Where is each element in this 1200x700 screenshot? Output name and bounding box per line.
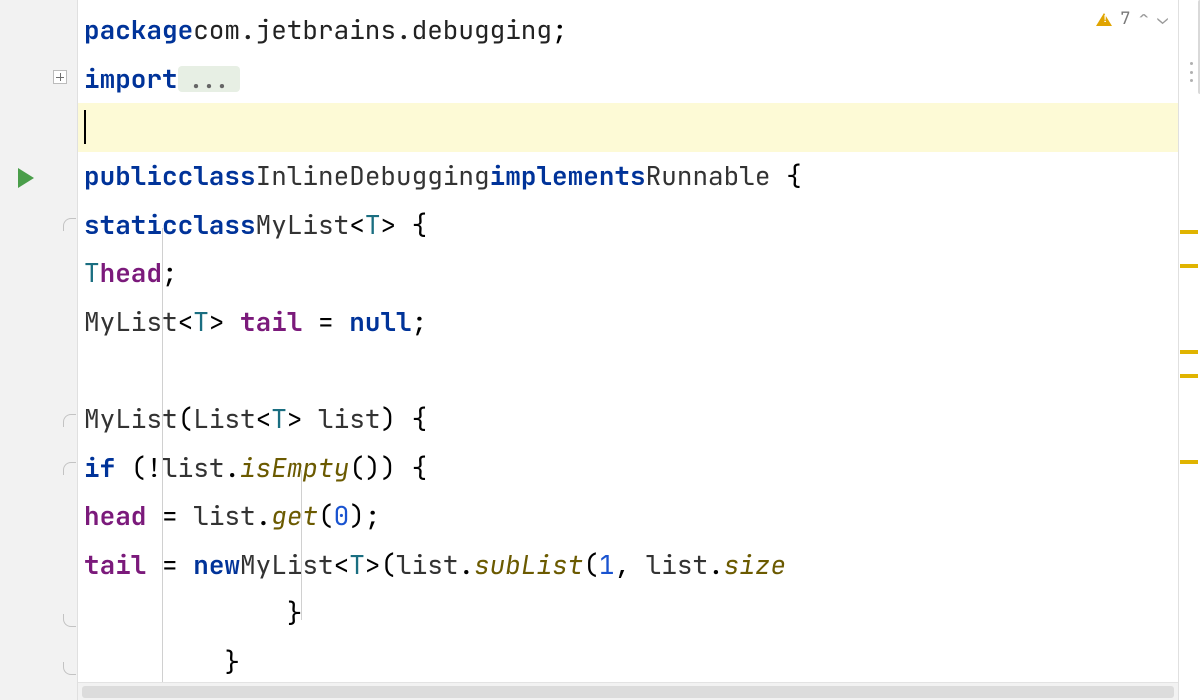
- type-name: MyList: [256, 212, 350, 238]
- keyword: null: [349, 309, 411, 335]
- code-line: package com.jetbrains.debugging;: [78, 6, 1178, 55]
- type-name: MyList: [84, 309, 178, 335]
- type-param: T: [365, 212, 381, 238]
- method-call: size: [724, 552, 786, 578]
- keyword: package: [84, 17, 193, 43]
- type-param: T: [193, 309, 209, 335]
- field: tail: [84, 552, 146, 578]
- fold-region-start-icon[interactable]: [63, 218, 77, 232]
- warning-marker[interactable]: [1180, 350, 1198, 354]
- type-name: Runnable: [646, 163, 771, 189]
- keyword: import: [84, 66, 178, 92]
- field: tail: [240, 309, 302, 335]
- fold-region-start-icon[interactable]: [63, 414, 77, 428]
- type-name: MyList: [84, 406, 178, 432]
- fold-guide: [301, 470, 302, 620]
- keyword: new: [193, 552, 240, 578]
- inspection-widget[interactable]: 7 ⌃ ⌄: [1092, 8, 1172, 30]
- code-line: if (!list.isEmpty()) {: [78, 443, 1178, 492]
- chevron-down-icon[interactable]: ⌄: [1157, 10, 1168, 28]
- editor-code-area[interactable]: package com.jetbrains.debugging; import …: [78, 0, 1178, 700]
- keyword: class: [178, 163, 256, 189]
- code-line: MyList<T> tail = null;: [78, 298, 1178, 347]
- field: head: [84, 503, 146, 529]
- stripe-handle-icon[interactable]: [1190, 62, 1194, 82]
- code-line: }: [78, 589, 1178, 638]
- type-name: List: [193, 406, 255, 432]
- error-stripe[interactable]: [1178, 0, 1200, 700]
- type-param: T: [349, 552, 365, 578]
- folded-region[interactable]: ...: [178, 66, 241, 92]
- code-line: [78, 346, 1178, 395]
- warning-marker[interactable]: [1180, 230, 1198, 234]
- type-param: T: [84, 260, 100, 286]
- inspection-count: 7: [1120, 11, 1130, 28]
- keyword: implements: [490, 163, 646, 189]
- fold-guide: [162, 228, 163, 700]
- parameter: list: [162, 455, 224, 481]
- fold-expand-icon[interactable]: [53, 70, 67, 84]
- field: head: [100, 260, 162, 286]
- code-line: head = list.get(0);: [78, 492, 1178, 541]
- keyword: static: [84, 212, 178, 238]
- scrollbar-thumb[interactable]: [82, 686, 1174, 698]
- fold-region-start-icon[interactable]: [63, 462, 77, 476]
- number-literal: 1: [599, 552, 615, 578]
- type-name: InlineDebugging: [256, 163, 490, 189]
- parameter: list: [396, 552, 458, 578]
- number-literal: 0: [334, 503, 350, 529]
- current-line: [78, 103, 1178, 152]
- chevron-up-icon[interactable]: ⌃: [1138, 10, 1149, 28]
- method-call: isEmpty: [240, 455, 349, 481]
- fold-region-end-icon[interactable]: [63, 614, 77, 628]
- editor-gutter[interactable]: [0, 0, 78, 700]
- warning-icon: [1096, 13, 1112, 26]
- parameter: list: [318, 406, 380, 432]
- keyword: if: [84, 455, 115, 481]
- code-line: static class MyList<T> {: [78, 200, 1178, 249]
- keyword: public: [84, 163, 178, 189]
- run-gutter-icon[interactable]: [18, 168, 34, 188]
- warning-marker[interactable]: [1180, 264, 1198, 268]
- code-line: public class InlineDebugging implements …: [78, 152, 1178, 201]
- code-line: import ...: [78, 55, 1178, 104]
- code-line: MyList(List<T> list) {: [78, 395, 1178, 444]
- keyword: class: [178, 212, 256, 238]
- warning-marker[interactable]: [1180, 460, 1198, 464]
- text-caret: [84, 110, 86, 144]
- parameter: list: [193, 503, 255, 529]
- code-line: }: [78, 638, 1178, 687]
- method-call: get: [271, 503, 318, 529]
- code-line: tail = new MyList<T>(list.subList(1, lis…: [78, 541, 1178, 590]
- package-path: com.jetbrains.debugging: [193, 17, 552, 43]
- horizontal-scrollbar[interactable]: [78, 682, 1178, 700]
- code-line: T head;: [78, 249, 1178, 298]
- type-name: MyList: [240, 552, 334, 578]
- fold-region-end-icon[interactable]: [63, 662, 77, 676]
- method-call: subList: [474, 552, 583, 578]
- type-param: T: [271, 406, 287, 432]
- warning-marker[interactable]: [1180, 374, 1198, 378]
- parameter: list: [646, 552, 708, 578]
